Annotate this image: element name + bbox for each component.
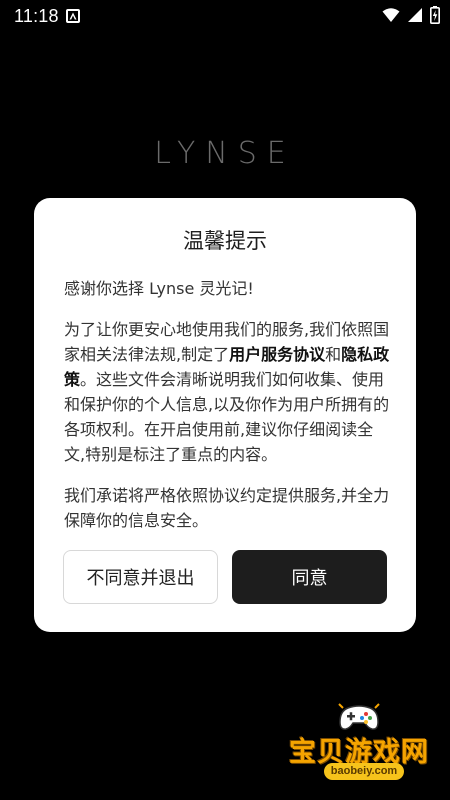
status-bar: 11:18: [0, 0, 450, 32]
status-time: 11:18: [14, 6, 59, 26]
watermark: 宝贝游戏网 baobeiy.com: [284, 700, 434, 784]
terms-link[interactable]: 用户服务协议: [229, 345, 325, 364]
notification-a-icon: [66, 9, 80, 23]
dialog-paragraph-policy: 为了让你更安心地使用我们的服务,我们依照国家相关法律法规,制定了用户服务协议和隐…: [64, 317, 390, 467]
wifi-icon: [382, 7, 400, 23]
agree-button[interactable]: 同意: [232, 550, 387, 604]
dialog-body: 感谢你选择 Lynse 灵光记! 为了让你更安心地使用我们的服务,我们依照国家相…: [64, 276, 390, 549]
watermark-url: baobeiy.com: [324, 763, 404, 780]
disagree-exit-button[interactable]: 不同意并退出: [63, 550, 218, 604]
dialog-title: 温馨提示: [183, 229, 267, 253]
dialog-commitment: 我们承诺将严格依照协议约定提供服务,并全力保障你的信息安全。: [64, 486, 390, 530]
signal-icon: [407, 7, 423, 23]
privacy-dialog: 温馨提示 感谢你选择 Lynse 灵光记! 为了让你更安心地使用我们的服务,我们…: [34, 198, 416, 632]
dialog-intro: 感谢你选择 Lynse 灵光记!: [64, 279, 254, 298]
policy-text-and: 和: [325, 345, 342, 364]
dialog-buttons: 不同意并退出 同意: [63, 550, 387, 604]
app-logo: LYNSE: [154, 136, 296, 171]
battery-charging-icon: [430, 6, 440, 24]
policy-text-post: 。这些文件会清晰说明我们如何收集、使用和保护你的个人信息,以及你作为用户所拥有的…: [64, 370, 390, 464]
